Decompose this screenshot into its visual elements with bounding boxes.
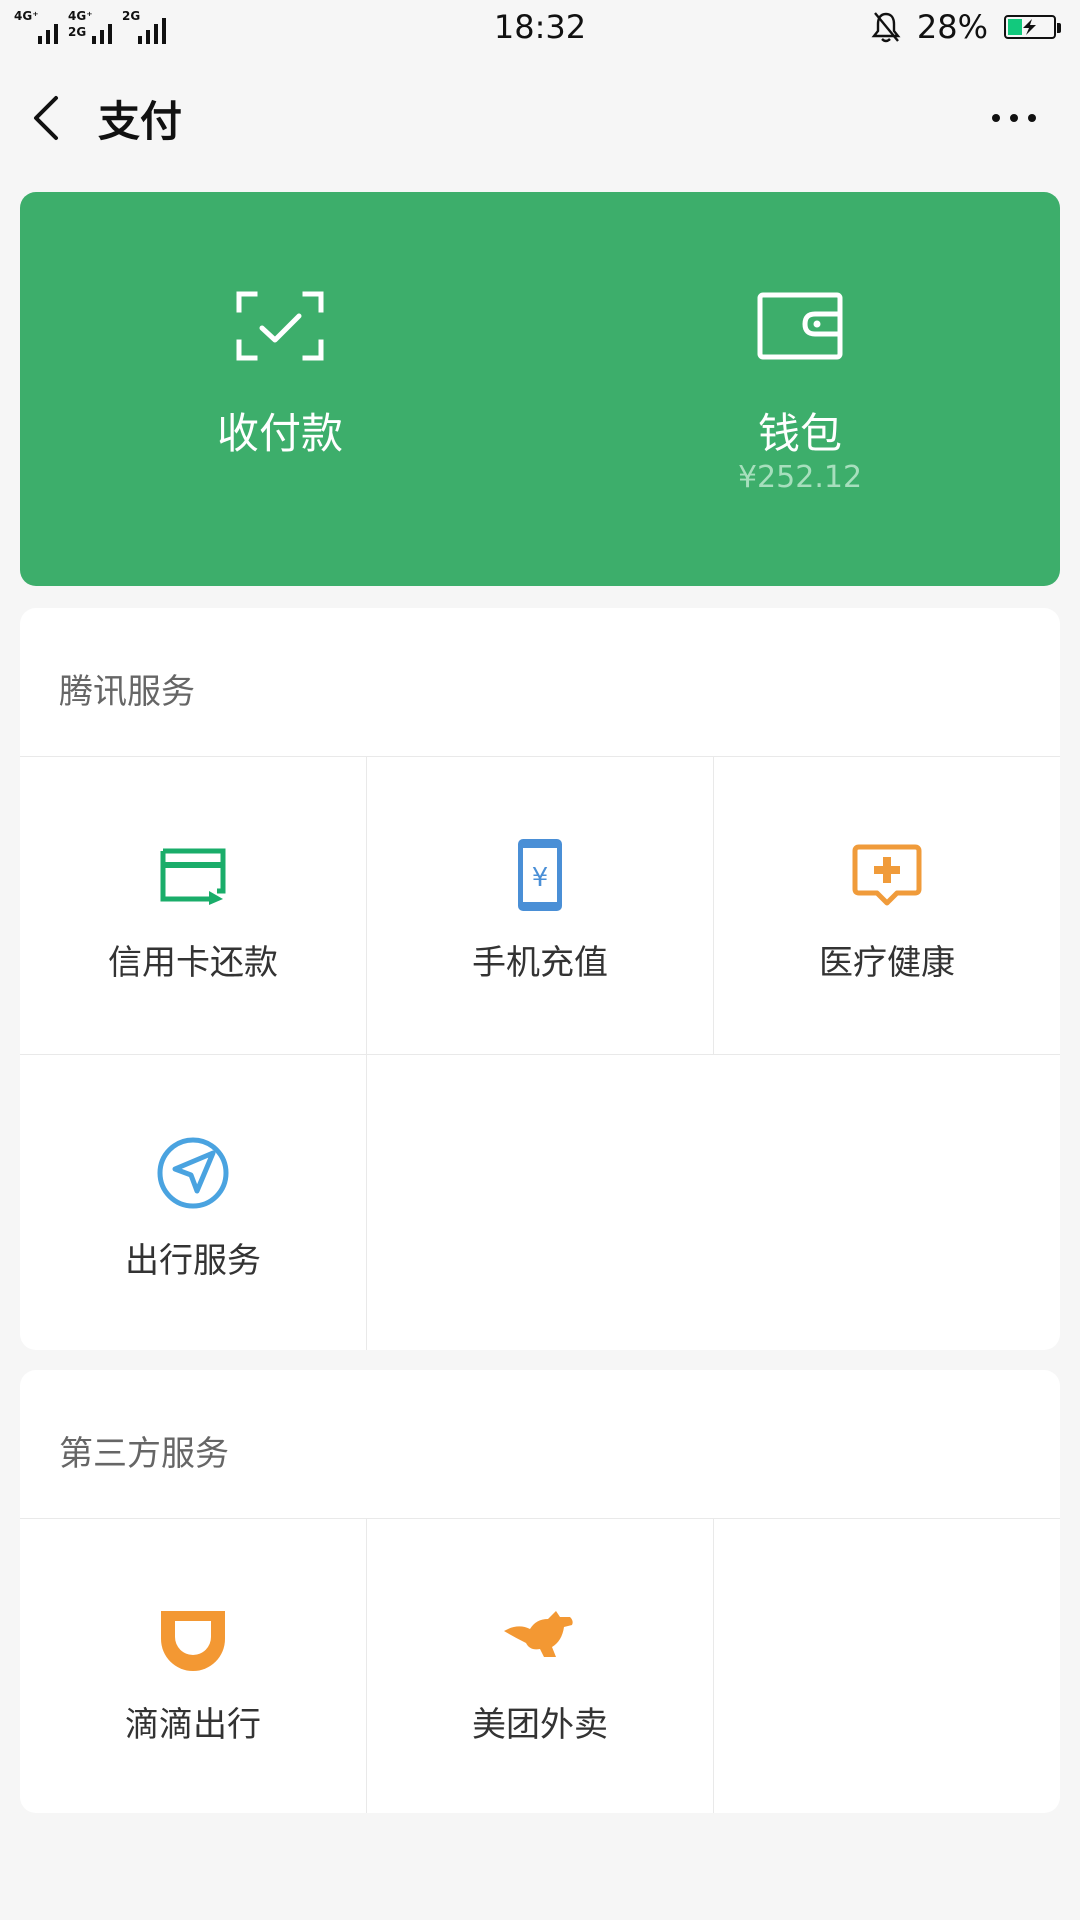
status-bar: 4G⁺ 4G⁺ 2G 2G 18:32 28% — [0, 0, 1080, 56]
receive-pay-button[interactable]: 收付款 — [20, 192, 540, 586]
wallet-label: 钱包 — [757, 409, 842, 458]
phone-recharge-button[interactable]: ¥ 手机充值 — [367, 757, 713, 1053]
navigation-icon — [157, 1137, 229, 1209]
more-button[interactable] — [976, 88, 1052, 148]
title-bar: 支付 — [0, 60, 1080, 170]
didi-button[interactable]: 滴滴出行 — [20, 1519, 366, 1813]
battery-charging-icon — [1004, 15, 1061, 39]
third-party-services-section: 第三方服务 滴滴出行 美团外卖 — [20, 1370, 1060, 1813]
credit-card-icon — [160, 848, 226, 905]
medical-health-button[interactable]: 医疗健康 — [714, 757, 1060, 1053]
wallet-icon — [757, 292, 843, 360]
receive-pay-label: 收付款 — [216, 409, 343, 458]
section-title: 腾讯服务 — [59, 672, 195, 712]
chevron-left-icon — [34, 96, 58, 140]
wallet-balance: ¥252.12 — [737, 460, 863, 495]
battery-percent: 28% — [916, 8, 988, 46]
travel-services-button[interactable]: 出行服务 — [20, 1055, 366, 1350]
bell-muted-icon — [871, 12, 901, 43]
credit-card-repay-button[interactable]: 信用卡还款 — [20, 757, 366, 1053]
didi-icon — [161, 1611, 225, 1671]
svg-text:¥: ¥ — [532, 863, 549, 893]
pay-card: 收付款 钱包 ¥252.12 — [20, 192, 1060, 586]
phone-recharge-icon: ¥ — [518, 839, 562, 911]
section-title: 第三方服务 — [59, 1434, 229, 1474]
page-title: 支付 — [98, 97, 183, 146]
back-button[interactable] — [20, 82, 80, 152]
tencent-services-section: 腾讯服务 信用卡还款 ¥ 手机充值 医疗健康 出行服务 — [20, 608, 1060, 1350]
scan-check-icon — [236, 291, 324, 361]
wallet-button[interactable]: 钱包 ¥252.12 — [540, 192, 1060, 586]
more-icon — [992, 114, 1000, 122]
kangaroo-icon — [504, 1611, 573, 1657]
meituan-waimai-button[interactable]: 美团外卖 — [367, 1519, 713, 1813]
medical-icon — [852, 844, 922, 906]
